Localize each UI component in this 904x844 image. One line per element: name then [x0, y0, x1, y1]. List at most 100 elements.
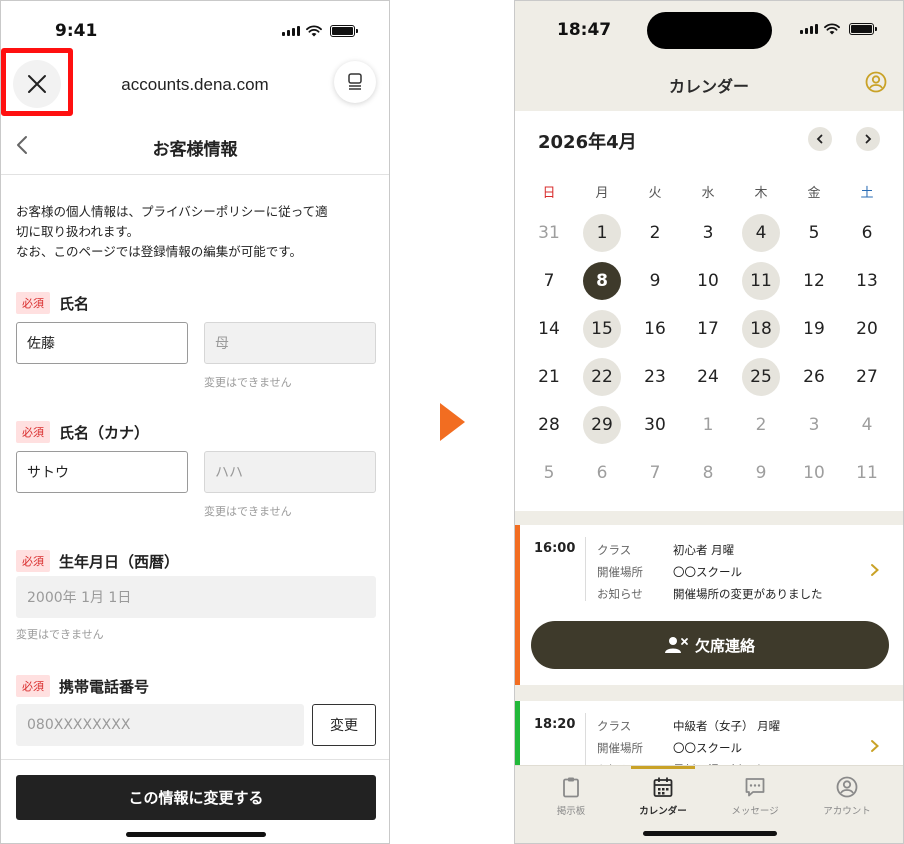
calendar-day[interactable]: 12: [795, 262, 833, 300]
calendar-day[interactable]: 17: [689, 310, 727, 348]
calendar-day[interactable]: 5: [795, 214, 833, 252]
calendar-day[interactable]: 7: [636, 454, 674, 492]
calendar-day[interactable]: 3: [689, 214, 727, 252]
birthday-note: 変更はできません: [16, 628, 104, 641]
calendar-day[interactable]: 11: [742, 262, 780, 300]
account-icon[interactable]: [865, 71, 887, 93]
calendar-day[interactable]: 29: [583, 406, 621, 444]
tab-account[interactable]: アカウント: [807, 776, 887, 817]
wifi-icon: [306, 25, 322, 37]
chevron-right-icon[interactable]: [869, 563, 881, 577]
calendar-day[interactable]: 26: [795, 358, 833, 396]
message-icon: [745, 778, 765, 797]
submit-button[interactable]: この情報に変更する: [16, 775, 376, 820]
browser-url: accounts.dena.com: [121, 75, 269, 94]
last-name-kana-input[interactable]: サトウ: [16, 451, 188, 493]
calendar-day[interactable]: 14: [530, 310, 568, 348]
page-header: お客様情報: [1, 123, 389, 175]
next-month-button[interactable]: [856, 127, 880, 151]
month-title: 2026年4月: [538, 132, 637, 153]
calendar-day[interactable]: 23: [636, 358, 674, 396]
weekday-label: 火: [648, 186, 662, 201]
calendar-day[interactable]: 2: [636, 214, 674, 252]
calendar-day[interactable]: 28: [530, 406, 568, 444]
calendar-day[interactable]: 1: [583, 214, 621, 252]
calendar-day[interactable]: 22: [583, 358, 621, 396]
required-badge: 必須: [16, 292, 50, 314]
home-indicator: [126, 832, 266, 837]
calendar-day[interactable]: 8: [583, 262, 621, 300]
calendar-day[interactable]: 27: [848, 358, 886, 396]
active-tab-indicator: [631, 766, 695, 769]
absence-report-button[interactable]: 欠席連絡: [531, 621, 889, 669]
chevron-left-icon: [816, 134, 823, 144]
calendar-day[interactable]: 5: [530, 454, 568, 492]
weekday-label: 土: [860, 186, 874, 201]
calendar-day[interactable]: 8: [689, 454, 727, 492]
battery-icon: [849, 23, 877, 35]
status-time: 18:47: [557, 20, 612, 40]
tab-messages[interactable]: メッセージ: [715, 776, 795, 817]
name-label: 必須 氏名: [16, 292, 89, 314]
event-card[interactable]: 16:00 クラス 初心者 月曜 開催場所 〇〇スクール お知らせ 開催場所の変更があ…: [515, 525, 903, 685]
event-stripe: [515, 701, 520, 771]
event-stripe: [515, 525, 520, 685]
account-info-screen: 9:41 accounts.dena.com お客様情報 お客様の個人情報は、プ…: [0, 0, 390, 844]
status-bar: 9:41: [1, 1, 389, 51]
first-name-kana-note: 変更はできません: [204, 505, 292, 518]
calendar-day[interactable]: 30: [636, 406, 674, 444]
calendar-day[interactable]: 6: [848, 214, 886, 252]
signal-icon: [282, 26, 300, 36]
event-time: 18:20: [534, 717, 576, 732]
signal-icon: [800, 24, 818, 34]
calendar-day[interactable]: 2: [742, 406, 780, 444]
browser-tabs-button[interactable]: [334, 61, 376, 103]
weekday-label: 金: [807, 186, 821, 201]
account-icon: [836, 776, 858, 798]
kana-label: 必須 氏名（カナ）: [16, 421, 149, 443]
calendar-day[interactable]: 9: [742, 454, 780, 492]
first-name-note: 変更はできません: [204, 376, 292, 389]
calendar-day[interactable]: 11: [848, 454, 886, 492]
birthday-label: 必須 生年月日（西暦）: [16, 550, 179, 572]
calendar-day[interactable]: 6: [583, 454, 621, 492]
event-card[interactable]: 18:20 クラス中級者（女子） 月曜 開催場所〇〇スクール お知らせ最新の掲示…: [515, 701, 903, 777]
weekday-label: 水: [701, 186, 715, 201]
calendar-day[interactable]: 16: [636, 310, 674, 348]
home-indicator: [643, 831, 777, 836]
weekday-label: 木: [754, 186, 768, 201]
required-badge: 必須: [16, 675, 50, 697]
chevron-right-icon[interactable]: [869, 739, 881, 753]
prev-month-button[interactable]: [808, 127, 832, 151]
tab-bulletin-board[interactable]: 掲示板: [531, 776, 611, 817]
status-bar: 18:47: [515, 1, 903, 51]
calendar-day[interactable]: 13: [848, 262, 886, 300]
calendar-day[interactable]: 1: [689, 406, 727, 444]
calendar-day[interactable]: 31: [530, 214, 568, 252]
tabs-icon: [348, 73, 362, 90]
status-time: 9:41: [55, 21, 98, 41]
dynamic-island: [647, 12, 772, 49]
calendar-day[interactable]: 7: [530, 262, 568, 300]
calendar-day[interactable]: 4: [742, 214, 780, 252]
calendar-day[interactable]: 21: [530, 358, 568, 396]
app-header: カレンダー: [515, 71, 903, 111]
calendar-day[interactable]: 9: [636, 262, 674, 300]
calendar-day[interactable]: 4: [848, 406, 886, 444]
tab-calendar[interactable]: カレンダー: [623, 776, 703, 817]
calendar-day[interactable]: 25: [742, 358, 780, 396]
calendar-day[interactable]: 24: [689, 358, 727, 396]
required-badge: 必須: [16, 421, 50, 443]
calendar-day[interactable]: 15: [583, 310, 621, 348]
change-phone-button[interactable]: 変更: [312, 704, 376, 746]
last-name-input[interactable]: 佐藤: [16, 322, 188, 364]
calendar-day[interactable]: 10: [795, 454, 833, 492]
calendar-day[interactable]: 18: [742, 310, 780, 348]
calendar-day[interactable]: 20: [848, 310, 886, 348]
calendar-day[interactable]: 3: [795, 406, 833, 444]
divider: [585, 537, 586, 601]
calendar-day[interactable]: 10: [689, 262, 727, 300]
calendar-day[interactable]: 19: [795, 310, 833, 348]
calendar-icon: [653, 777, 673, 797]
chevron-right-icon: [865, 134, 872, 144]
